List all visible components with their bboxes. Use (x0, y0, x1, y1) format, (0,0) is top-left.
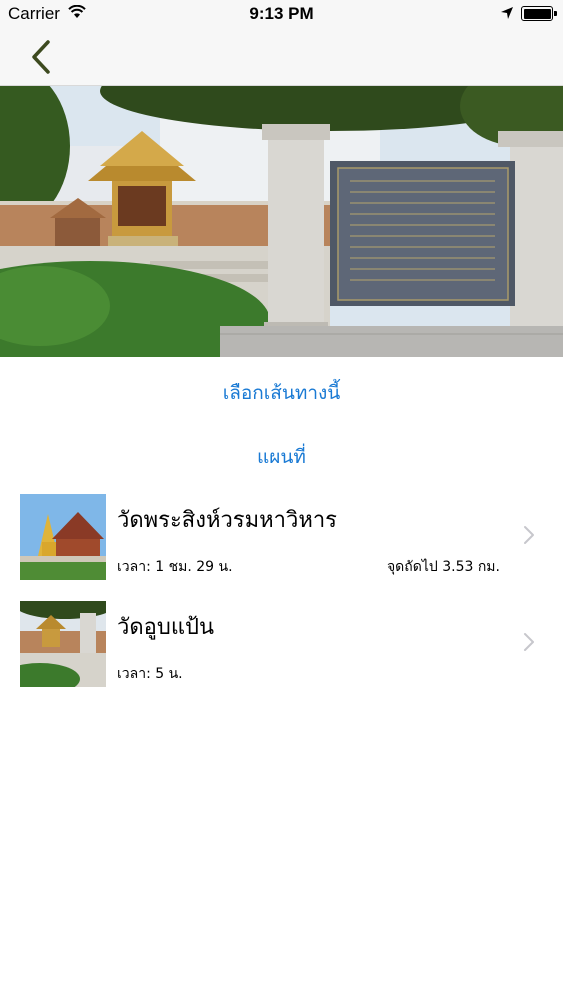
chevron-right-icon (524, 526, 534, 544)
stop-name: วัดอูบแป้น (117, 615, 215, 640)
shrine-thumbnail-illustration (20, 601, 106, 687)
chevron-right-icon (524, 633, 534, 651)
stop-thumbnail (20, 601, 106, 687)
back-chevron-icon[interactable] (26, 38, 60, 76)
location-arrow-icon (501, 7, 513, 19)
next-stop-distance: จุดถัดไป 3.53 กม. (386, 559, 500, 575)
stop-name: วัดพระสิงห์วรมหาวิหาร (117, 508, 337, 533)
status-bar: Carrier 9:13 PM (0, 0, 563, 28)
stop-duration: เวลา: 5 น. (117, 666, 183, 682)
stop-duration: เวลา: 1 ชม. 29 น. (117, 559, 233, 575)
hero-photo (0, 86, 563, 357)
battery-icon (521, 6, 557, 21)
route-stop-row[interactable]: วัดอูบแป้น เวลา: 5 น. (0, 601, 563, 693)
stop-thumbnail (20, 494, 106, 580)
navigation-bar (0, 28, 563, 86)
route-stop-row[interactable]: วัดพระสิงห์วรมหาวิหาร เวลา: 1 ชม. 29 น. … (0, 494, 563, 586)
temple-photo-illustration (0, 86, 563, 357)
temple-thumbnail-illustration (20, 494, 106, 580)
clock: 9:13 PM (249, 4, 314, 23)
map-link[interactable]: แผนที่ (0, 442, 563, 472)
choose-route-link[interactable]: เลือกเส้นทางนี้ (0, 378, 563, 408)
